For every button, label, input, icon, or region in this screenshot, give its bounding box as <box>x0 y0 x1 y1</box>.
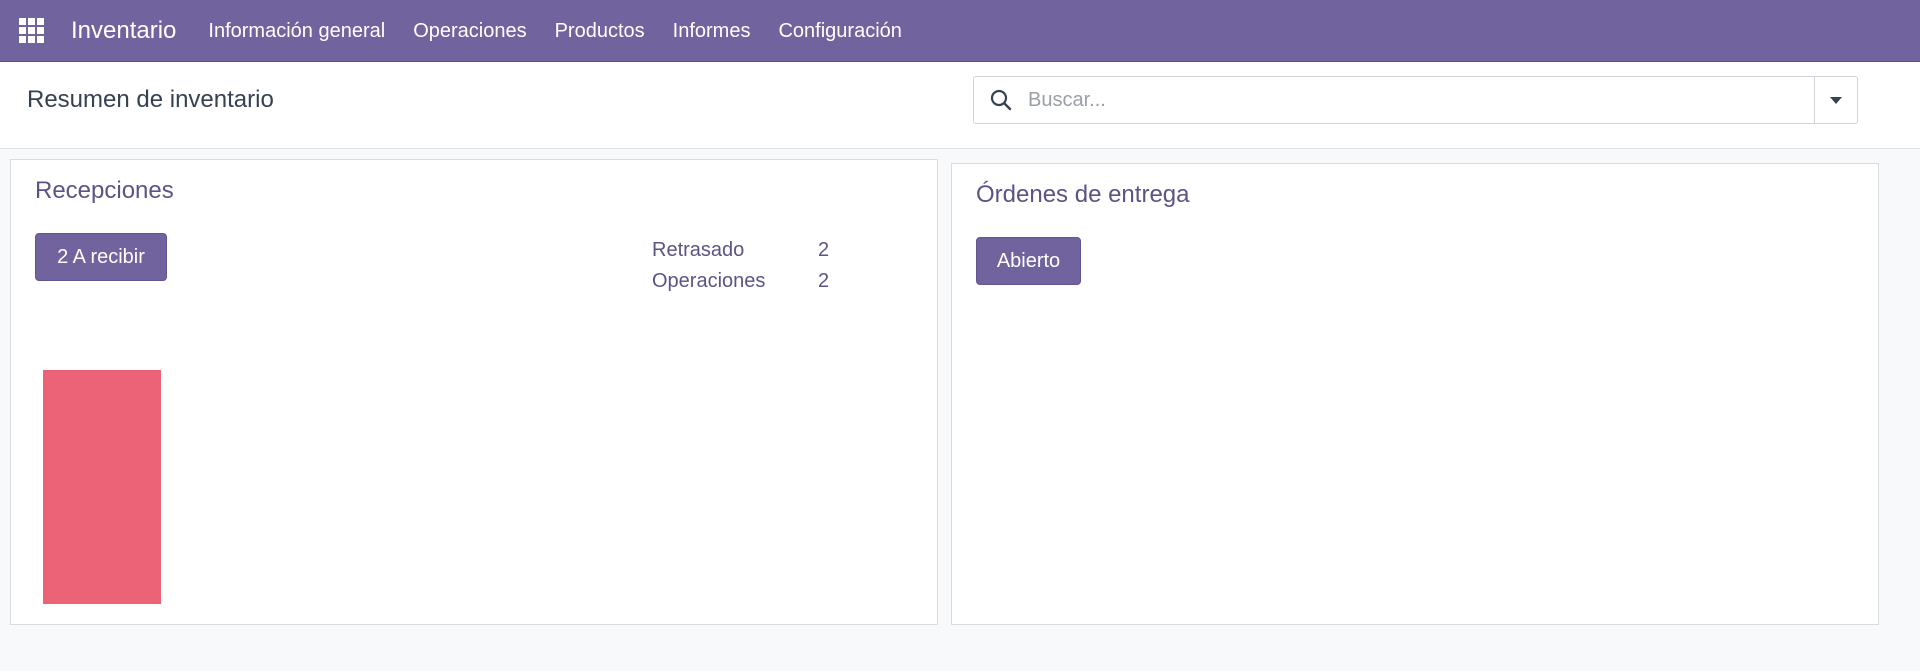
entrega-card: Órdenes de entrega Abierto <box>951 163 1879 625</box>
stat-value: 2 <box>818 270 830 292</box>
stat-label: Retrasado <box>652 239 745 261</box>
recepciones-bar-chart <box>43 370 161 604</box>
abierto-button[interactable]: Abierto <box>976 237 1081 285</box>
a-recibir-button[interactable]: 2 A recibir <box>35 233 167 281</box>
top-navbar: Inventario Información general Operacion… <box>0 0 1920 62</box>
search-icon[interactable] <box>974 77 1028 123</box>
recepciones-stats: Retrasado 2 Operaciones 2 <box>652 235 848 297</box>
search-input[interactable] <box>1028 78 1814 122</box>
page-title: Resumen de inventario <box>27 86 274 113</box>
app-brand[interactable]: Inventario <box>62 17 194 45</box>
control-panel: Resumen de inventario <box>0 62 1920 149</box>
stat-retrasado[interactable]: Retrasado 2 <box>652 235 848 266</box>
apps-menu-button[interactable] <box>0 0 62 62</box>
recepciones-card: Recepciones 2 A recibir Retrasado 2 Oper… <box>10 159 938 625</box>
chart-bar[interactable] <box>43 370 161 604</box>
stat-value: 2 <box>818 239 830 261</box>
caret-down-icon <box>1830 96 1842 104</box>
menu-informacion-general[interactable]: Información general <box>194 0 399 62</box>
menu-productos[interactable]: Productos <box>541 0 659 62</box>
menu-configuracion[interactable]: Configuración <box>764 0 915 62</box>
stat-operaciones[interactable]: Operaciones 2 <box>652 266 848 297</box>
grid-icon <box>18 18 44 43</box>
entrega-title[interactable]: Órdenes de entrega <box>976 181 1189 209</box>
stat-label: Operaciones <box>652 270 766 292</box>
search-options-toggle[interactable] <box>1814 77 1857 123</box>
search-bar <box>973 76 1858 124</box>
menu-informes[interactable]: Informes <box>659 0 765 62</box>
recepciones-title[interactable]: Recepciones <box>35 177 174 205</box>
menu-operaciones[interactable]: Operaciones <box>399 0 540 62</box>
